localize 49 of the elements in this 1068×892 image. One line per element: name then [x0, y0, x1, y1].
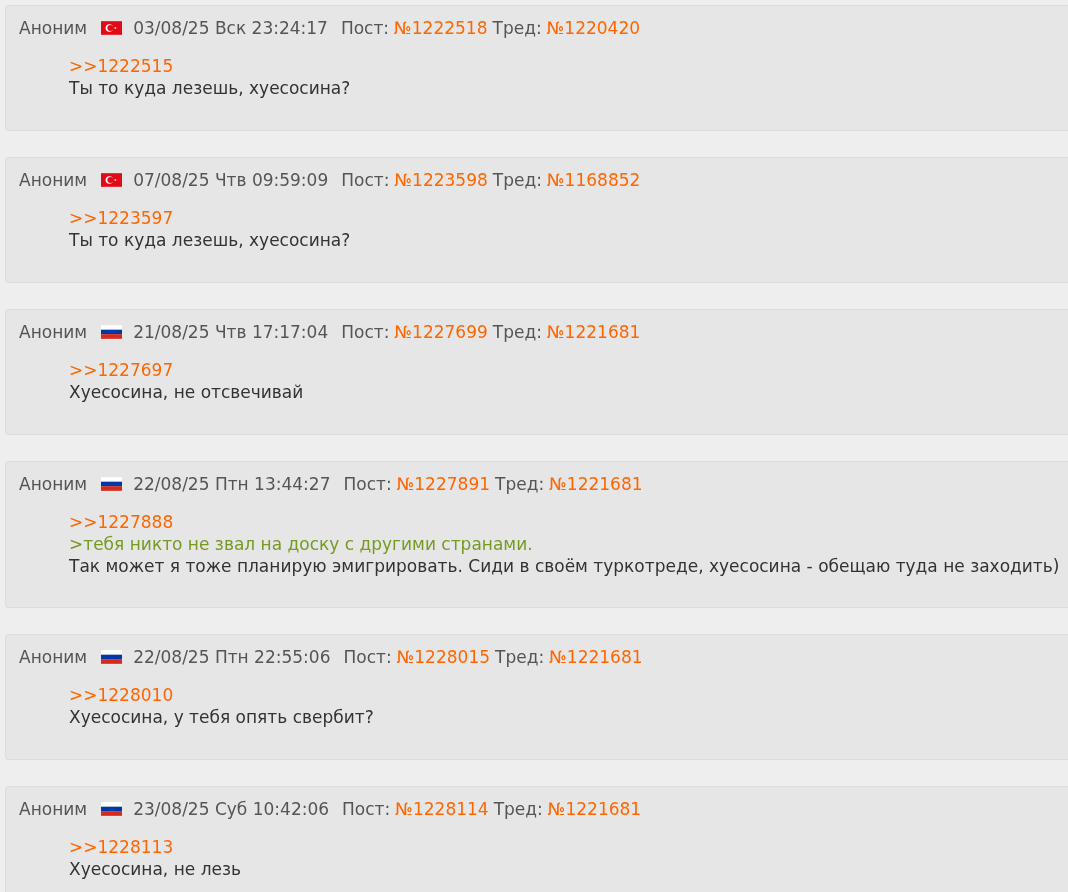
post-label: Пост: [343, 473, 392, 495]
thread-number-link[interactable]: №1221681 [549, 473, 643, 495]
post-date: 21/08/25 Чтв 17:17:04 [133, 321, 329, 343]
reply-link[interactable]: >>1227697 [69, 360, 174, 380]
post-label: Пост: [340, 17, 390, 39]
post-text: Хуесосина, не лезь [69, 858, 242, 880]
thread-label: Тред: [495, 646, 545, 668]
thread-number-link[interactable]: №1221681 [546, 321, 641, 343]
post-number-link[interactable]: №1222518 [394, 17, 488, 39]
post-text: Ты то куда лезешь, хуесосина? [69, 229, 352, 251]
post-text: Ты то куда лезешь, хуесосина? [69, 77, 352, 99]
thread-number-link[interactable]: №1221681 [547, 798, 642, 820]
post-date: 23/08/25 Суб 10:42:06 [133, 798, 330, 820]
thread-label: Тред: [493, 798, 543, 820]
post-text: Так может я тоже планирую эмигрировать. Сиди в своём туркотреде, хуесосина - обещаю туда не заходить) [69, 555, 1061, 577]
thread-number-link[interactable]: №1221681 [549, 646, 643, 668]
reply-link[interactable]: >>1228113 [69, 837, 174, 857]
reply-link[interactable]: >>1222515 [69, 56, 174, 76]
post-label: Пост: [341, 169, 390, 191]
post-date: 03/08/25 Вск 23:24:17 [133, 17, 328, 39]
poster-name: Аноним [19, 473, 88, 495]
post-number-link[interactable]: №1227699 [394, 321, 488, 343]
poster-name: Аноним [19, 646, 88, 668]
reply-link[interactable]: >>1227888 [69, 512, 174, 532]
post-number-link[interactable]: №1228114 [395, 798, 489, 820]
post-date: 22/08/25 Птн 22:55:06 [133, 646, 331, 668]
thread-number-link[interactable]: №1220420 [546, 17, 641, 39]
reply-link[interactable]: >>1228010 [69, 685, 174, 705]
thread-label: Тред: [495, 473, 545, 495]
post-text: Хуесосина, не отсвечивай [69, 381, 305, 403]
post-number-link[interactable]: №1223598 [394, 169, 488, 191]
reply-link[interactable]: >>1223597 [69, 208, 174, 228]
post-date: 07/08/25 Чтв 09:59:09 [133, 169, 329, 191]
post-label: Пост: [341, 321, 390, 343]
poster-name: Аноним [19, 169, 88, 191]
quote-text: >тебя никто не звал на доску с другими странами. [69, 533, 534, 555]
post-number-link[interactable]: №1227891 [396, 473, 491, 495]
poster-name: Аноним [19, 321, 88, 343]
poster-name: Аноним [19, 798, 88, 820]
post-date: 22/08/25 Птн 13:44:27 [133, 473, 331, 495]
post-text: Хуесосина, у тебя опять свербит? [69, 706, 375, 728]
thread-label: Тред: [492, 321, 542, 343]
post-label: Пост: [343, 646, 392, 668]
thread-label: Тред: [492, 169, 542, 191]
thread-label: Тред: [492, 17, 542, 39]
poster-name: Аноним [19, 17, 88, 39]
post-number-link[interactable]: №1228015 [396, 646, 491, 668]
post-label: Пост: [342, 798, 391, 820]
thread-number-link[interactable]: №1168852 [546, 169, 641, 191]
